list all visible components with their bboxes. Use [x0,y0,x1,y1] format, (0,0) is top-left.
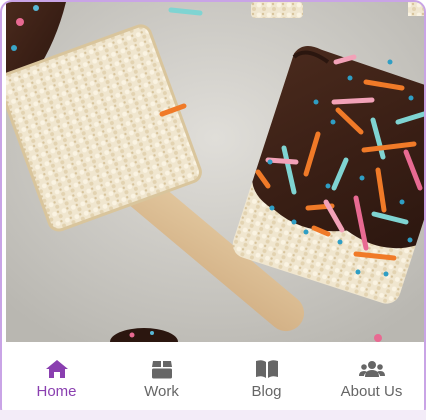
nav-item-work[interactable]: Work [109,342,214,412]
app-frame: Home Work Blog About Us [0,0,426,420]
nav-item-about-us[interactable]: About Us [319,342,424,412]
nav-item-blog[interactable]: Blog [214,342,319,412]
nav-label-about-us: About Us [340,383,403,400]
bottom-edge [0,410,426,420]
bottom-nav: Home Work Blog About Us [4,342,424,412]
users-icon [358,361,385,377]
nav-label-home: Home [36,383,77,400]
nav-label-work: Work [144,383,179,400]
box-icon [151,361,172,379]
hero-image [6,2,424,342]
nav-label-blog: Blog [251,383,282,400]
nav-item-home[interactable]: Home [4,342,109,412]
home-icon [45,360,68,378]
book-icon [255,360,278,378]
